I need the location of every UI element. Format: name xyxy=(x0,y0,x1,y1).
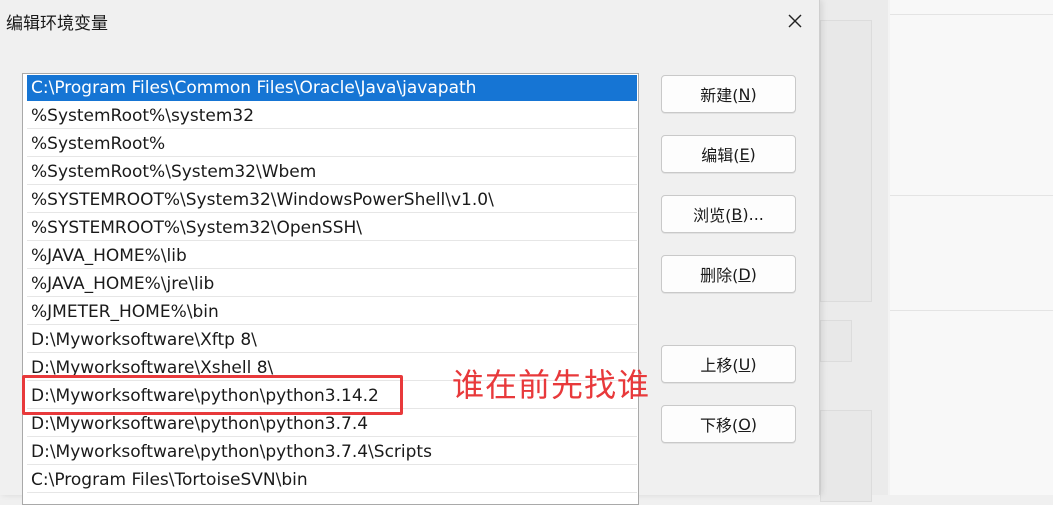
move-down-button-label-end: ) xyxy=(750,414,758,434)
list-item[interactable]: %JMETER_HOME%\bin xyxy=(27,299,637,325)
annotation-text: 谁在前先找谁 xyxy=(452,366,651,404)
path-list[interactable]: C:\Program Files\Common Files\Oracle\Jav… xyxy=(22,73,639,505)
delete-button-label: 删除( xyxy=(700,266,739,285)
edit-button-label: 编辑( xyxy=(701,146,740,165)
list-item[interactable]: %SYSTEMROOT%\System32\WindowsPowerShell\… xyxy=(27,187,637,213)
browse-button-accesskey: B xyxy=(731,204,743,224)
highlight-box xyxy=(22,375,403,415)
move-up-button[interactable]: 上移(U) xyxy=(661,345,796,383)
move-up-button-label-end: ) xyxy=(750,354,757,374)
list-item[interactable]: %SystemRoot% xyxy=(27,131,637,157)
list-item[interactable]: %JAVA_HOME%\lib xyxy=(27,243,637,269)
list-item[interactable]: C:\Program Files\Common Files\Oracle\Jav… xyxy=(27,75,637,101)
list-item[interactable]: %JAVA_HOME%\jre\lib xyxy=(27,271,637,297)
move-down-button-label: 下移( xyxy=(699,416,739,435)
edit-button[interactable]: 编辑(E) xyxy=(661,135,796,173)
browse-button-label: 浏览( xyxy=(693,206,732,225)
edit-button-label-end: ) xyxy=(749,144,756,164)
list-item[interactable]: %SystemRoot%\system32 xyxy=(27,103,637,129)
close-icon xyxy=(788,14,802,28)
edit-button-accesskey: E xyxy=(739,144,750,164)
edit-env-variable-dialog: 编辑环境变量 C:\Program Files\Common Files\Ora… xyxy=(0,0,820,505)
divider xyxy=(890,195,1053,196)
list-item[interactable]: %SYSTEMROOT%\System32\OpenSSH\ xyxy=(27,215,637,241)
list-item[interactable]: D:\Myworksoftware\Xftp 8\ xyxy=(27,327,637,353)
move-down-button[interactable]: 下移(O) xyxy=(661,405,796,443)
divider xyxy=(890,14,1053,15)
delete-button[interactable]: 删除(D) xyxy=(661,255,796,293)
background-panel xyxy=(820,410,872,502)
move-up-button-label: 上移( xyxy=(700,356,739,375)
new-button-label: 新建( xyxy=(700,86,739,105)
new-button[interactable]: 新建(N) xyxy=(661,75,796,113)
new-button-accesskey: N xyxy=(738,84,751,104)
background-window xyxy=(820,0,1053,502)
divider xyxy=(890,310,1053,311)
background-pane-right xyxy=(890,0,1053,495)
dialog-title: 编辑环境变量 xyxy=(6,14,108,34)
browse-button[interactable]: 浏览(B)... xyxy=(661,195,796,233)
move-down-button-accesskey: O xyxy=(738,414,751,434)
list-item[interactable]: C:\Program Files\TortoiseSVN\bin xyxy=(27,467,637,493)
background-panel xyxy=(820,20,872,302)
move-up-button-accesskey: U xyxy=(738,354,751,374)
delete-button-accesskey: D xyxy=(738,264,751,284)
close-button[interactable] xyxy=(775,3,815,39)
background-pane-left xyxy=(820,0,888,502)
delete-button-label-end: ) xyxy=(750,264,757,284)
list-item[interactable]: %SystemRoot%\System32\Wbem xyxy=(27,159,637,185)
new-button-label-end: ) xyxy=(750,84,757,104)
background-button xyxy=(820,320,852,362)
browse-button-label-end: )... xyxy=(742,204,764,224)
list-item[interactable]: D:\Myworksoftware\python\python3.7.4\Scr… xyxy=(27,439,637,465)
